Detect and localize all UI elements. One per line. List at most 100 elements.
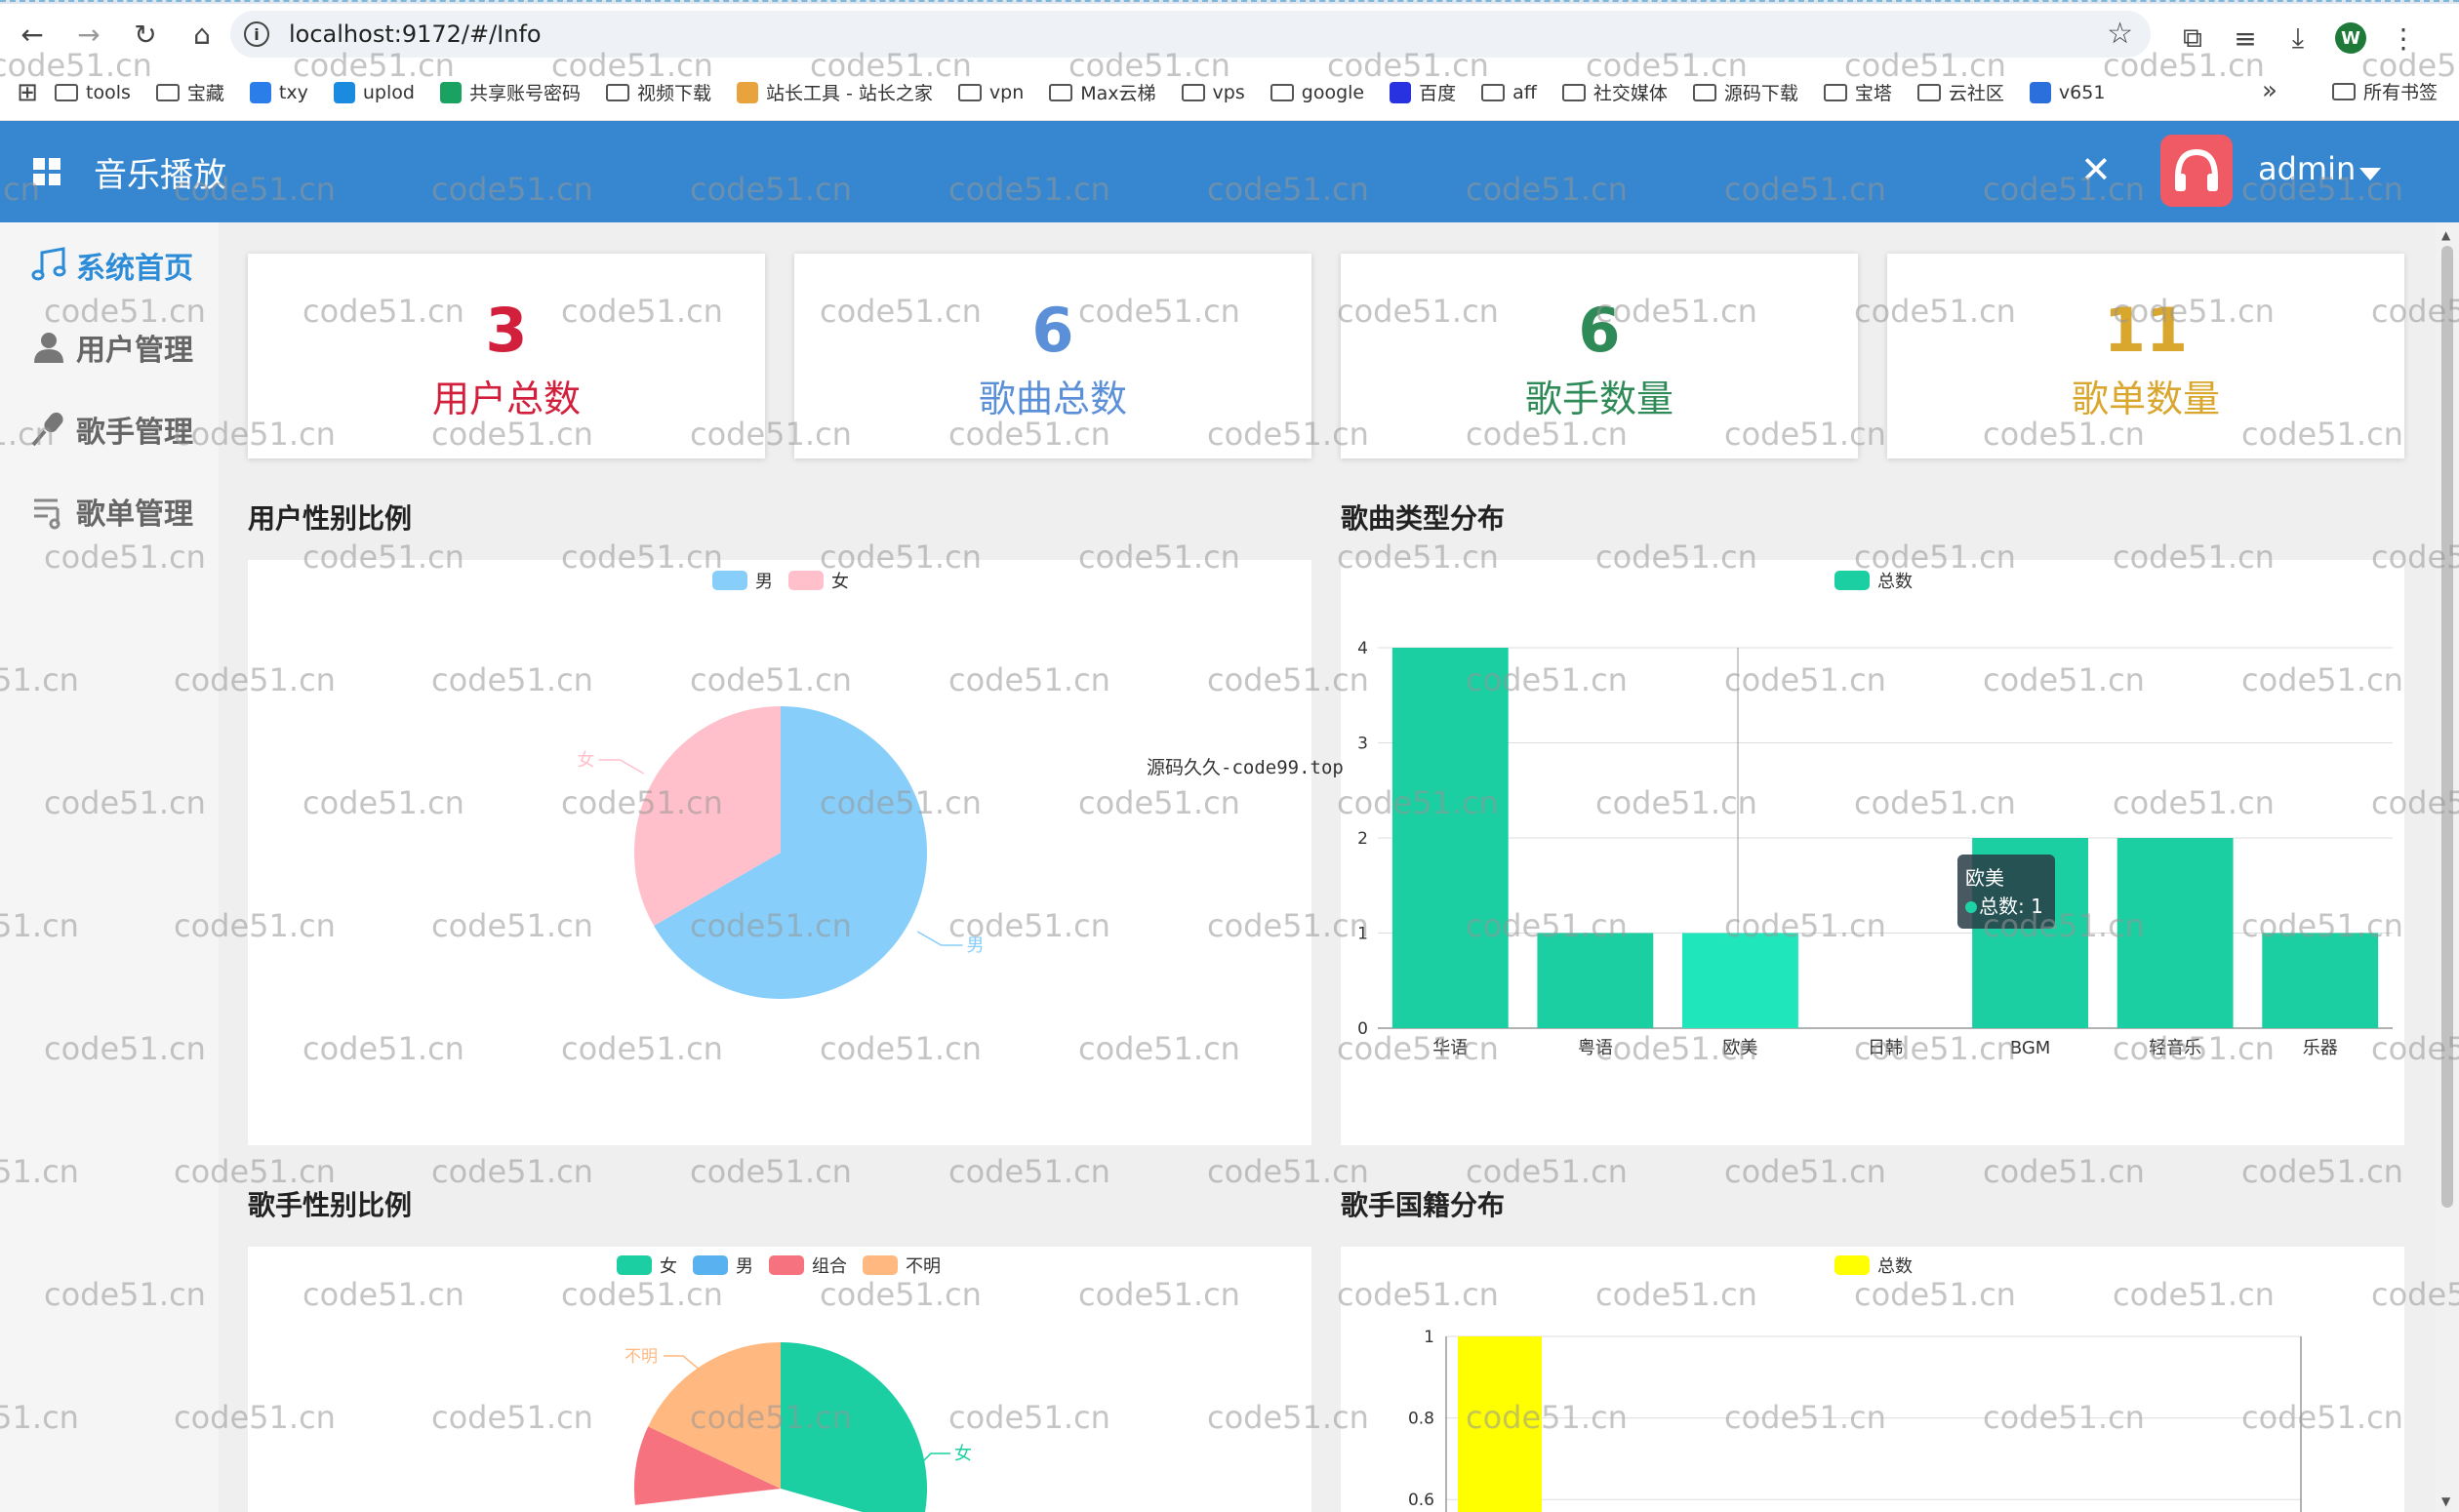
y-tick-label: 4 xyxy=(1357,639,1368,658)
site-icon xyxy=(736,81,758,103)
folder-icon xyxy=(1823,83,1847,101)
bookmark-item[interactable]: txy xyxy=(249,81,308,103)
folder-icon xyxy=(1916,83,1941,101)
stat-label: 歌手数量 xyxy=(1524,378,1673,420)
section-title-singer-gender: 歌手性别比例 xyxy=(248,1189,413,1221)
folder-icon xyxy=(1481,83,1506,101)
bookmark-item[interactable]: vps xyxy=(1181,82,1245,103)
y-tick-label: 0.6 xyxy=(1408,1491,1434,1510)
folder-icon xyxy=(1181,83,1205,101)
bookmark-item[interactable]: uplod xyxy=(333,81,415,103)
apps-grid-icon[interactable]: ⊞ xyxy=(0,78,55,107)
bookmark-item[interactable]: 社交媒体 xyxy=(1561,79,1668,105)
y-tick-label: 1 xyxy=(1424,1328,1434,1347)
pie-slice xyxy=(781,1342,927,1512)
star-icon[interactable]: ☆ xyxy=(2107,17,2133,51)
section-title-singer-country: 歌手国籍分布 xyxy=(1341,1189,1506,1221)
app-title: 音乐播放 xyxy=(94,156,226,195)
tooltip-title: 欧美 xyxy=(1965,866,2004,890)
all-bookmarks[interactable]: 所有书签 xyxy=(2332,78,2438,104)
bookmarks-more-icon[interactable]: » xyxy=(2262,76,2278,105)
stat-label: 歌单数量 xyxy=(2071,378,2220,420)
slice-label-line xyxy=(598,759,645,775)
bar xyxy=(2116,838,2234,1028)
bookmarks-bar: ⊞ tools 宝藏 txy uplod 共享账号密码 视频下载 站长工具 - 站长之家 vp… xyxy=(0,64,2459,121)
bar xyxy=(1391,648,1509,1028)
page-scrollbar[interactable]: ▲ ▼ xyxy=(2436,222,2459,1512)
folder-icon xyxy=(605,83,629,101)
bookmark-item[interactable]: 云社区 xyxy=(1916,79,2004,105)
sidebar-item-playlists[interactable]: 歌单管理 xyxy=(27,490,193,533)
overlay-text: 源码久久-code99.top xyxy=(1147,757,1344,778)
microphone-icon xyxy=(27,410,70,449)
chevron-down-icon[interactable] xyxy=(2359,168,2381,180)
x-tick-label: BGM xyxy=(2010,1038,2051,1058)
slice-label-line xyxy=(916,931,963,946)
folder-icon xyxy=(2332,82,2356,100)
bookmark-item[interactable]: 百度 xyxy=(1390,79,1456,105)
sidebar: 系统首页 用户管理 歌手管理 歌单管理 xyxy=(0,222,219,1512)
x-tick-label: 欧美 xyxy=(1722,1038,1757,1058)
user-gender-panel: 男 女 男女 xyxy=(248,560,1311,1145)
address-input[interactable]: i localhost:9172/#/Info ☆ xyxy=(230,11,2151,58)
bookmark-item[interactable]: tools xyxy=(55,82,131,103)
menu-toggle-icon[interactable] xyxy=(33,158,60,185)
folder-icon xyxy=(55,83,78,101)
bookmark-item[interactable]: 宝塔 xyxy=(1823,79,1892,105)
x-tick-label: 轻音乐 xyxy=(2149,1038,2201,1058)
home-icon[interactable]: ⌂ xyxy=(178,10,226,59)
chart-tooltip: 欧美 总数: 1 xyxy=(1957,855,2055,929)
cloud-icon xyxy=(249,81,271,103)
info-icon[interactable]: i xyxy=(244,21,269,47)
bookmark-item[interactable]: 源码下载 xyxy=(1692,79,1798,105)
tooltip-row: 总数: 1 xyxy=(1965,891,2047,919)
sidebar-item-home[interactable]: 系统首页 xyxy=(27,244,193,287)
menu-icon[interactable]: ⋮ xyxy=(2377,22,2430,55)
url-text: localhost:9172/#/Info xyxy=(289,20,542,48)
download-icon[interactable]: ⤓ xyxy=(2272,21,2324,55)
folder-icon xyxy=(1049,83,1073,101)
stat-value: 11 xyxy=(2103,295,2189,366)
tooltip-dot xyxy=(1965,901,1977,913)
user-gender-pie-chart: 男女 xyxy=(577,706,985,999)
bookmark-item[interactable]: google xyxy=(1270,82,1364,103)
forward-icon[interactable]: → xyxy=(64,10,113,59)
bookmark-item[interactable]: v651 xyxy=(2029,81,2105,103)
slice-label: 女 xyxy=(577,750,594,771)
folder-icon xyxy=(155,83,180,101)
headphones-icon xyxy=(2175,148,2218,191)
slice-label: 男 xyxy=(967,935,985,956)
sidebar-item-users[interactable]: 用户管理 xyxy=(27,326,193,369)
media-icon[interactable]: ≡ xyxy=(2219,22,2272,55)
bookmark-item[interactable]: vpn xyxy=(957,82,1024,103)
sheet-icon xyxy=(439,81,462,103)
bar xyxy=(2262,933,2379,1028)
scroll-up-icon[interactable]: ▲ xyxy=(2441,228,2450,242)
scroll-down-icon[interactable]: ▼ xyxy=(2441,1494,2450,1508)
x-tick-label: 日韩 xyxy=(1868,1038,1903,1058)
stat-value: 6 xyxy=(1031,295,1074,366)
back-icon[interactable]: ← xyxy=(8,10,57,59)
folder-icon xyxy=(1270,83,1294,101)
extensions-icon[interactable]: ⧉ xyxy=(2166,21,2219,55)
scrollbar-thumb[interactable] xyxy=(2441,246,2453,1208)
user-avatar[interactable] xyxy=(2160,135,2233,207)
bookmark-item[interactable]: 站长工具 - 站长之家 xyxy=(736,79,933,105)
bookmark-item[interactable]: 共享账号密码 xyxy=(439,79,581,105)
fullscreen-icon[interactable]: ✕ xyxy=(2080,148,2112,191)
profile-avatar[interactable]: W xyxy=(2335,22,2366,54)
reload-icon[interactable]: ↻ xyxy=(121,10,170,59)
stat-label: 歌曲总数 xyxy=(978,378,1127,420)
user-icon xyxy=(27,328,70,367)
bookmark-item[interactable]: aff xyxy=(1481,82,1537,103)
stat-card-songs: 6 歌曲总数 xyxy=(794,254,1311,458)
bookmark-item[interactable]: Max云梯 xyxy=(1049,79,1156,105)
sidebar-item-singers[interactable]: 歌手管理 xyxy=(27,408,193,451)
stat-card-singers: 6 歌手数量 xyxy=(1341,254,1858,458)
slice-label: 不明 xyxy=(625,1347,658,1367)
address-bar-row: ← → ↻ ⌂ i localhost:9172/#/Info ☆ ⧉ ≡ ⤓ … xyxy=(0,4,2459,64)
section-title-user-gender: 用户性别比例 xyxy=(248,502,413,535)
bookmark-item[interactable]: 宝藏 xyxy=(155,79,224,105)
user-name[interactable]: admin xyxy=(2258,150,2356,187)
bookmark-item[interactable]: 视频下载 xyxy=(605,79,711,105)
